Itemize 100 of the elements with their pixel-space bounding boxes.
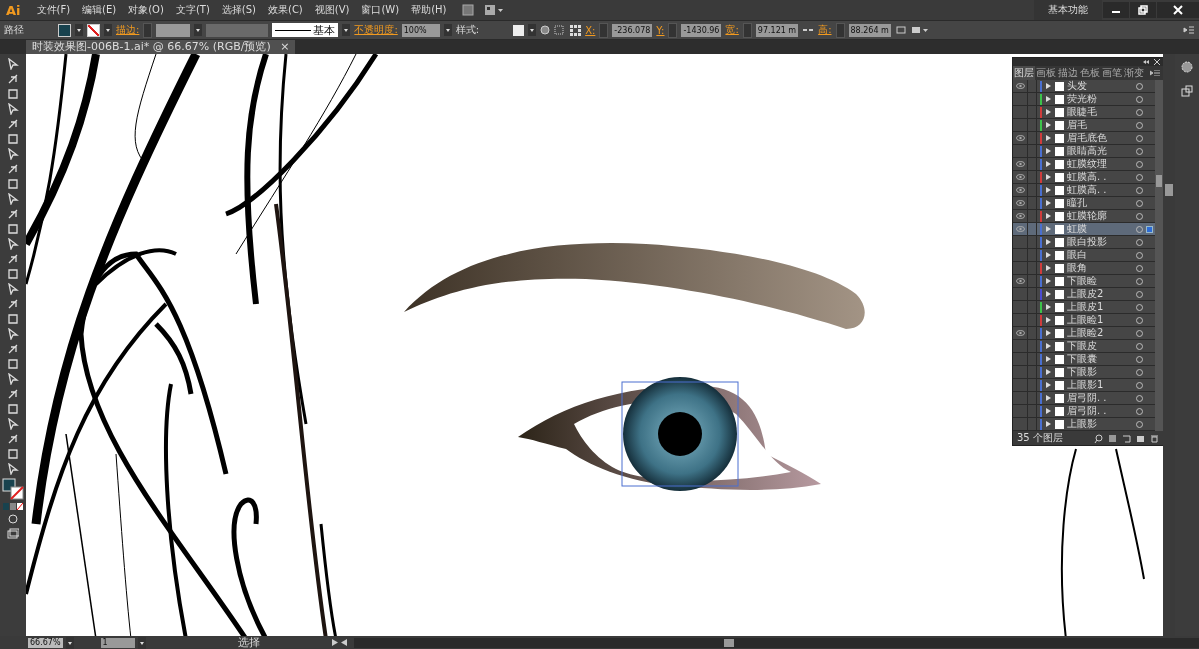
transform-icon[interactable] — [894, 25, 907, 35]
visibility-eye-icon[interactable] — [1015, 330, 1025, 336]
expand-triangle-icon[interactable] — [1046, 291, 1051, 297]
new-sublayer-icon[interactable] — [1122, 433, 1131, 443]
arrange-documents-icon[interactable] — [484, 4, 505, 16]
menu-item[interactable]: 对象(O) — [122, 3, 170, 17]
layer-row[interactable]: 下眼囊 — [1013, 353, 1155, 366]
target-circle-icon[interactable] — [1136, 329, 1143, 337]
layer-row[interactable]: 荧光粉 — [1013, 93, 1155, 106]
variable-width-field[interactable] — [206, 23, 269, 37]
expand-triangle-icon[interactable] — [1046, 213, 1051, 219]
target-circle-icon[interactable] — [1136, 303, 1143, 311]
recolor-icon[interactable] — [540, 25, 551, 35]
visibility-eye-icon[interactable] — [1015, 278, 1025, 284]
target-circle-icon[interactable] — [1136, 381, 1143, 389]
target-circle-icon[interactable] — [1136, 238, 1143, 246]
scroll-left-icon[interactable] — [340, 639, 347, 646]
target-circle-icon[interactable] — [1136, 147, 1143, 155]
stroke-profile-field[interactable]: 基本 — [272, 23, 339, 37]
expand-triangle-icon[interactable] — [1046, 174, 1051, 180]
menu-item[interactable]: 选择(S) — [215, 3, 262, 17]
expand-triangle-icon[interactable] — [1046, 239, 1051, 245]
expand-triangle-icon[interactable] — [1046, 317, 1051, 323]
document-tab[interactable]: 时装效果图-006B-1.ai* @ 66.67% (RGB/预览) × — [26, 40, 296, 54]
expand-triangle-icon[interactable] — [1046, 395, 1051, 401]
target-circle-icon[interactable] — [1136, 316, 1143, 324]
current-tool-label[interactable]: 选择 — [168, 635, 329, 649]
expand-triangle-icon[interactable] — [1046, 382, 1051, 388]
trash-icon[interactable] — [1150, 433, 1159, 443]
menu-item[interactable]: 窗口(W) — [355, 3, 406, 17]
target-circle-icon[interactable] — [1136, 368, 1143, 376]
stroke-swatch[interactable] — [87, 23, 100, 37]
layer-row[interactable]: 眼睫毛 — [1013, 106, 1155, 119]
search-icon[interactable] — [1094, 433, 1103, 443]
restore-button[interactable] — [1130, 2, 1156, 18]
expand-triangle-icon[interactable] — [1046, 96, 1051, 102]
opacity-label[interactable]: 不透明度: — [354, 23, 398, 37]
layer-row[interactable]: 瞳孔 — [1013, 197, 1155, 210]
reference-point-icon[interactable] — [570, 24, 582, 36]
panel-menu-icon[interactable] — [1183, 26, 1195, 34]
stroke-weight-field[interactable] — [156, 23, 191, 37]
close-icon[interactable] — [1154, 59, 1160, 65]
stroke-label[interactable]: 描边: — [116, 23, 140, 37]
new-layer-icon[interactable] — [1136, 433, 1145, 443]
panel-tab[interactable]: 色板 — [1079, 66, 1101, 80]
target-circle-icon[interactable] — [1136, 186, 1143, 194]
panel-tab[interactable]: 画板 — [1035, 66, 1057, 80]
fill-swatch[interactable] — [58, 23, 71, 37]
target-circle-icon[interactable] — [1136, 394, 1143, 402]
visibility-eye-icon[interactable] — [1015, 161, 1025, 167]
expand-triangle-icon[interactable] — [1046, 122, 1051, 128]
expand-triangle-icon[interactable] — [1046, 135, 1051, 141]
layer-row[interactable]: 下眼皮 — [1013, 340, 1155, 353]
layer-row[interactable]: 上眼皮2 — [1013, 288, 1155, 301]
panel-menu-icon[interactable] — [1150, 70, 1160, 76]
layer-row[interactable]: 眉弓阴. . — [1013, 392, 1155, 405]
artboard-field[interactable]: 1 — [100, 637, 135, 648]
draw-mode-icon[interactable] — [7, 513, 19, 525]
target-circle-icon[interactable] — [1136, 264, 1143, 272]
expand-triangle-icon[interactable] — [1046, 83, 1051, 89]
target-circle-icon[interactable] — [1136, 251, 1143, 259]
scrollbar-thumb[interactable] — [1165, 184, 1173, 196]
expand-triangle-icon[interactable] — [1046, 330, 1051, 336]
layer-row[interactable]: 上眼皮1 — [1013, 301, 1155, 314]
expand-triangle-icon[interactable] — [1046, 109, 1051, 115]
expand-triangle-icon[interactable] — [1046, 265, 1051, 271]
transform-panel-icon[interactable] — [1180, 84, 1194, 98]
width-field[interactable]: 97.121 m — [755, 23, 799, 37]
menu-item[interactable]: 帮助(H) — [405, 3, 453, 17]
layer-row[interactable]: 眉弓阴. . — [1013, 405, 1155, 418]
expand-triangle-icon[interactable] — [1046, 226, 1051, 232]
expand-triangle-icon[interactable] — [1046, 304, 1051, 310]
layer-row[interactable]: 眉毛 — [1013, 119, 1155, 132]
target-circle-icon[interactable] — [1136, 173, 1143, 181]
expand-triangle-icon[interactable] — [1046, 356, 1051, 362]
play-icon[interactable] — [331, 639, 338, 646]
target-circle-icon[interactable] — [1136, 290, 1143, 298]
layer-row[interactable]: 下眼睑 — [1013, 275, 1155, 288]
visibility-eye-icon[interactable] — [1015, 213, 1025, 219]
close-button[interactable] — [1157, 2, 1199, 18]
selection-arrow-icon[interactable] — [7, 58, 19, 70]
scrollbar-thumb[interactable] — [1156, 175, 1162, 187]
layer-row[interactable]: 眼角 — [1013, 262, 1155, 275]
layer-row[interactable]: 虹膜高. . — [1013, 171, 1155, 184]
panel-tab[interactable]: 描边 — [1057, 66, 1079, 80]
expand-triangle-icon[interactable] — [1046, 278, 1051, 284]
target-circle-icon[interactable] — [1136, 199, 1143, 207]
target-circle-icon[interactable] — [1136, 407, 1143, 415]
expand-triangle-icon[interactable] — [1046, 200, 1051, 206]
layer-row[interactable]: 虹膜纹理 — [1013, 158, 1155, 171]
expand-triangle-icon[interactable] — [1046, 408, 1051, 414]
target-circle-icon[interactable] — [1136, 108, 1143, 116]
menu-item[interactable]: 视图(V) — [308, 3, 356, 17]
visibility-eye-icon[interactable] — [1015, 135, 1025, 141]
target-circle-icon[interactable] — [1136, 134, 1143, 142]
visibility-eye-icon[interactable] — [1015, 83, 1025, 89]
layer-row[interactable]: 上眼影 — [1013, 418, 1155, 431]
target-circle-icon[interactable] — [1136, 212, 1143, 220]
menu-item[interactable]: 效果(C) — [262, 3, 309, 17]
panel-tab[interactable]: 图层 — [1013, 66, 1035, 80]
